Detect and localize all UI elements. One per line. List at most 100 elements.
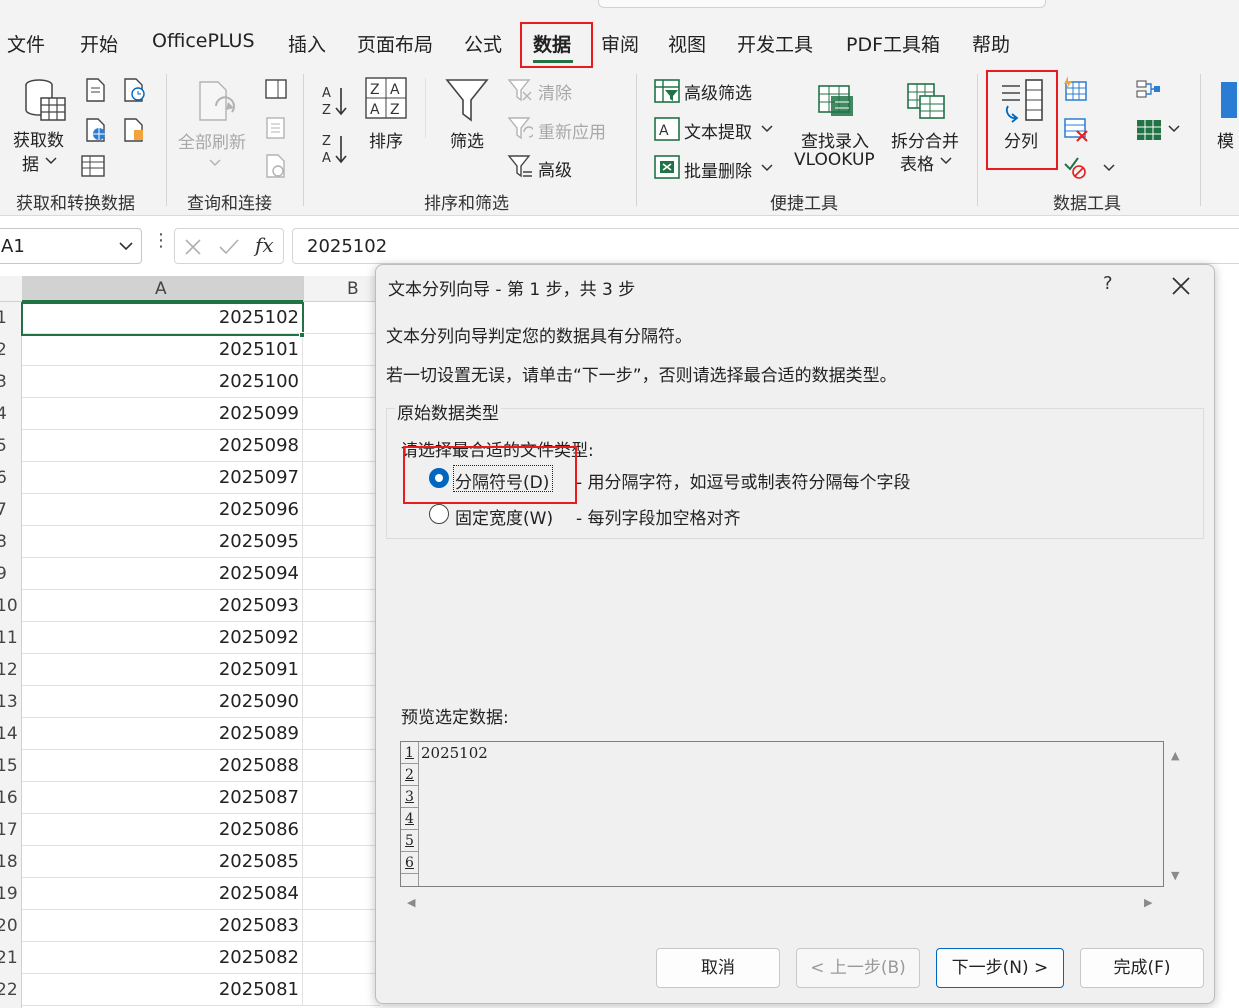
row-header[interactable]: 17 [0,820,20,840]
clear-filter-icon[interactable] [507,78,533,102]
row-header[interactable]: 10 [0,596,20,616]
tab-review[interactable]: 审阅 [601,30,639,57]
row-header[interactable]: 1 [0,308,20,328]
cell-b[interactable] [303,622,380,654]
row-header[interactable]: 22 [0,980,20,1000]
row-header[interactable]: 5 [0,436,20,456]
cell-b[interactable] [303,878,380,910]
get-data-label[interactable]: 获取数 [13,126,64,151]
cell-a[interactable]: 2025097 [22,462,303,494]
back-button[interactable]: < 上一步(B) [796,948,920,988]
cancel-icon[interactable] [184,238,202,256]
finish-button[interactable]: 完成(F) [1080,948,1204,988]
tab-page-layout[interactable]: 页面布局 [357,30,433,57]
cell-a[interactable]: 2025085 [22,846,303,878]
cell-b[interactable] [303,462,380,494]
cell-a[interactable]: 2025081 [22,974,303,1006]
vlookup-label-2[interactable]: VLOOKUP [794,150,875,170]
row-header[interactable]: 11 [0,628,20,648]
cell-b[interactable] [303,718,380,750]
cell-a[interactable]: 2025088 [22,750,303,782]
advanced-filter-icon[interactable] [507,154,533,180]
cell-a[interactable]: 2025082 [22,942,303,974]
data-model-icon[interactable] [1135,116,1165,142]
text-extract-label[interactable]: 文本提取 [684,118,752,143]
from-table-icon[interactable] [80,154,106,178]
formula-input[interactable]: 2025102 [292,228,1239,264]
cell-a[interactable]: 2025096 [22,494,303,526]
cell-b[interactable] [303,750,380,782]
insert-function-icon[interactable]: fx [255,233,274,257]
row-header[interactable]: 13 [0,692,20,712]
tab-view[interactable]: 视图 [668,30,706,57]
batch-delete-label[interactable]: 批量删除 [684,157,752,182]
cell-a[interactable]: 2025084 [22,878,303,910]
properties-icon[interactable] [264,116,288,140]
get-data-label-2[interactable]: 据 [22,150,39,175]
tab-formulas[interactable]: 公式 [464,30,502,57]
help-button[interactable]: ? [1103,273,1113,294]
refresh-all-icon[interactable] [194,80,240,124]
row-header[interactable]: 15 [0,756,20,776]
row-header[interactable]: 20 [0,916,20,936]
scroll-up-icon[interactable]: ▲ [1171,749,1179,762]
recent-sources-icon[interactable] [122,78,146,102]
what-if-analysis-label[interactable]: 模 [1217,127,1234,152]
row-header[interactable]: 12 [0,660,20,680]
row-header[interactable]: 8 [0,532,20,552]
radio-fixed-width[interactable] [429,504,449,524]
tab-officeplus[interactable]: OfficePLUS [152,30,255,52]
filter-label[interactable]: 筛选 [450,127,484,152]
split-merge-label-1[interactable]: 拆分合并 [891,127,959,152]
edit-links-icon[interactable] [264,154,288,180]
chevron-down-icon[interactable] [119,241,133,251]
cell-b[interactable] [303,590,380,622]
cell-b[interactable] [303,430,380,462]
cell-a[interactable]: 2025091 [22,654,303,686]
text-extract-icon[interactable]: A [653,116,681,142]
cell-a[interactable]: 2025094 [22,558,303,590]
next-button[interactable]: 下一步(N) > [936,948,1064,988]
cell-b[interactable] [303,942,380,974]
remove-duplicates-icon[interactable] [1062,116,1088,142]
tab-file[interactable]: 文件 [7,30,45,57]
advanced-filter-plus-icon[interactable] [653,78,681,104]
formula-bar-options-icon[interactable]: ⋮ [152,230,170,251]
cell-b[interactable] [303,334,380,366]
row-header[interactable]: 16 [0,788,20,808]
cell-a[interactable]: 2025092 [22,622,303,654]
cell-a[interactable]: 2025100 [22,366,303,398]
vlookup-icon[interactable] [817,80,857,120]
cell-a[interactable]: 2025083 [22,910,303,942]
fixed-width-label[interactable]: 固定宽度(W) [455,504,553,529]
cell-a[interactable]: 2025099 [22,398,303,430]
data-preview-box[interactable]: 1 2025102 2 3 4 5 6 [400,741,1164,887]
fill-handle[interactable] [299,332,305,338]
tab-developer[interactable]: 开发工具 [737,30,813,57]
row-header[interactable]: 19 [0,884,20,904]
split-merge-label-2[interactable]: 表格 [900,150,934,175]
what-if-analysis-icon[interactable] [1219,80,1239,120]
row-header[interactable]: 14 [0,724,20,744]
cell-b[interactable] [303,398,380,430]
cell-b[interactable] [303,494,380,526]
batch-delete-icon[interactable] [653,154,681,180]
cell-a[interactable]: 2025090 [22,686,303,718]
tab-insert[interactable]: 插入 [288,30,326,57]
filter-icon[interactable] [445,78,489,124]
row-header[interactable]: 4 [0,404,20,424]
cell-a[interactable]: 2025093 [22,590,303,622]
row-header[interactable]: 2 [0,340,20,360]
scroll-down-icon[interactable]: ▼ [1171,869,1179,882]
advanced-label[interactable]: 高级 [538,156,572,181]
queries-connections-icon[interactable] [264,78,288,100]
cell-b[interactable] [303,526,380,558]
flash-fill-icon[interactable] [1062,76,1088,102]
row-header[interactable]: 21 [0,948,20,968]
tab-help[interactable]: 帮助 [972,30,1010,57]
tab-home[interactable]: 开始 [80,30,118,57]
sort-descending-icon[interactable]: ZA [320,132,348,166]
cell-a[interactable]: 2025095 [22,526,303,558]
scroll-left-icon[interactable]: ◀ [407,896,415,909]
column-header-b[interactable]: B [347,279,359,299]
